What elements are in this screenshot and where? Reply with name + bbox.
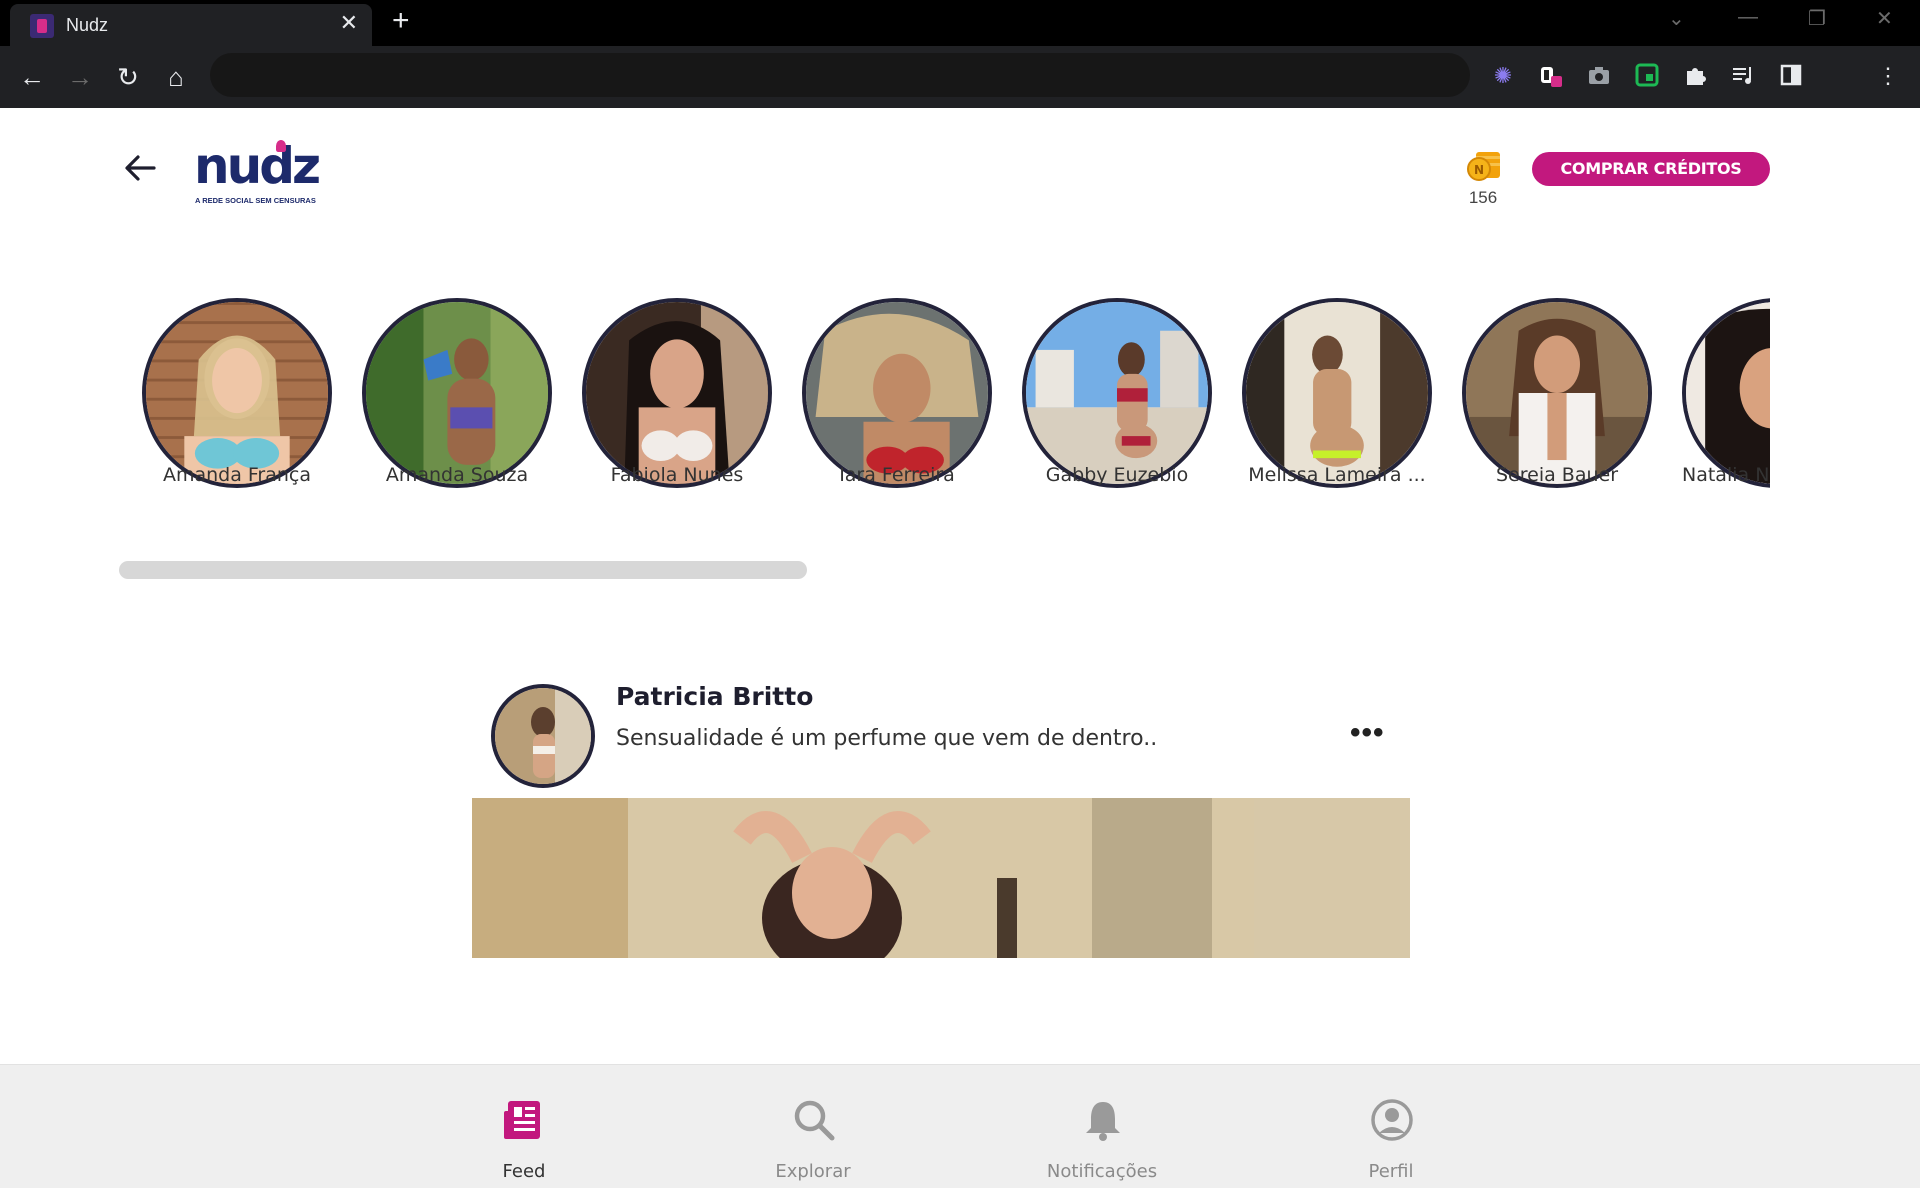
extensions-puzzle-icon[interactable] [1681,62,1709,90]
story-avatar[interactable] [1242,298,1432,488]
nudz-logo[interactable]: nudz A REDE SOCIAL SEM CENSURAS [194,138,324,210]
page-content: nudz A REDE SOCIAL SEM CENSURAS N 156 CO… [0,108,1920,1188]
story-name: Natalia N [1682,464,1770,486]
nudz-favicon-icon [30,14,54,38]
nav-notifications-label: Notificações [1046,1161,1158,1182]
logo-accent-icon [276,140,286,152]
buy-credits-button[interactable]: COMPRAR CRÉDITOS [1532,152,1770,186]
post-caption: Sensualidade é um perfume que vem de den… [616,726,1158,751]
reload-icon[interactable]: ↻ [110,59,146,95]
story-avatar[interactable] [142,298,332,488]
story-name: Fabiola Nunes [610,464,744,486]
bell-icon [1086,1102,1120,1141]
svg-text:N: N [1474,163,1484,177]
bottom-navigation: Feed Explorar Notificações Perfil [0,1064,1920,1188]
story-avatar[interactable] [802,298,992,488]
post-author-name[interactable]: Patricia Britto [616,682,813,711]
post-author-avatar[interactable] [491,684,595,788]
story-avatar[interactable] [1682,298,1770,488]
nav-explore-label: Explorar [775,1161,851,1182]
tab-title: Nudz [66,15,109,35]
nav-feed-label: Feed [502,1161,546,1182]
post-image[interactable] [472,798,1410,958]
story-name: Amanda Souza [385,464,529,486]
nav-explore[interactable]: Explorar [713,1065,913,1189]
story-name: Amanda França [162,464,312,486]
story-avatar[interactable] [1462,298,1652,488]
browser-tab[interactable]: Nudz ✕ [10,4,372,46]
story-avatar[interactable] [362,298,552,488]
user-profile-icon [1371,1099,1413,1141]
media-queue-icon[interactable] [1729,62,1757,90]
browser-toolbar: ← → ↻ ⌂ ✺ ⋮ [0,46,1920,108]
nav-notifications[interactable]: Notificações [1002,1065,1202,1189]
forward-icon[interactable]: → [62,59,98,95]
browser-tabbar: Nudz ✕ + ⌄ — ❐ ✕ [0,0,1920,46]
address-bar[interactable] [210,53,1470,97]
back-arrow-icon[interactable] [120,148,160,188]
story-name: Gabby Euzebio [1045,464,1189,486]
coins-icon: N [1467,152,1500,181]
story-name: Sereia Bauer [1495,464,1618,486]
story-name: Iara Ferreira [839,464,955,486]
logo-wordmark: nudz [194,137,321,195]
search-icon [794,1100,835,1141]
nav-profile-label: Perfil [1368,1161,1414,1182]
minimize-icon[interactable]: — [1738,6,1758,29]
logo-tagline: A REDE SOCIAL SEM CENSURAS [195,196,316,205]
tab-search-icon[interactable]: ⌄ [1668,6,1685,31]
extension-flower-icon[interactable]: ✺ [1489,62,1517,90]
extension-green-icon[interactable] [1633,62,1661,90]
restore-icon[interactable]: ❐ [1808,6,1826,31]
browser-menu-icon[interactable]: ⋮ [1874,62,1902,90]
window-close-icon[interactable]: ✕ [1876,6,1893,31]
side-panel-icon[interactable] [1777,62,1805,90]
tab-close-icon[interactable]: ✕ [340,10,358,36]
story-avatar[interactable] [582,298,772,488]
stories-scrollbar[interactable] [119,561,807,579]
stories-row: Amanda França Amanda Souza Fabiola Nunes… [142,298,1770,494]
nav-feed[interactable]: Feed [424,1065,624,1189]
back-icon[interactable]: ← [14,59,50,95]
nav-profile[interactable]: Perfil [1291,1065,1491,1189]
post-more-options-icon[interactable]: ••• [1350,716,1385,750]
home-icon[interactable]: ⌂ [158,59,194,95]
camera-icon[interactable] [1585,62,1613,90]
new-tab-button[interactable]: + [392,4,410,38]
story-avatar[interactable] [1022,298,1212,488]
extension-toggle-icon[interactable] [1537,62,1565,90]
credits-count: 156 [1468,188,1498,207]
story-name: Melissa Lameira ... [1248,464,1426,486]
feed-icon [504,1101,540,1139]
